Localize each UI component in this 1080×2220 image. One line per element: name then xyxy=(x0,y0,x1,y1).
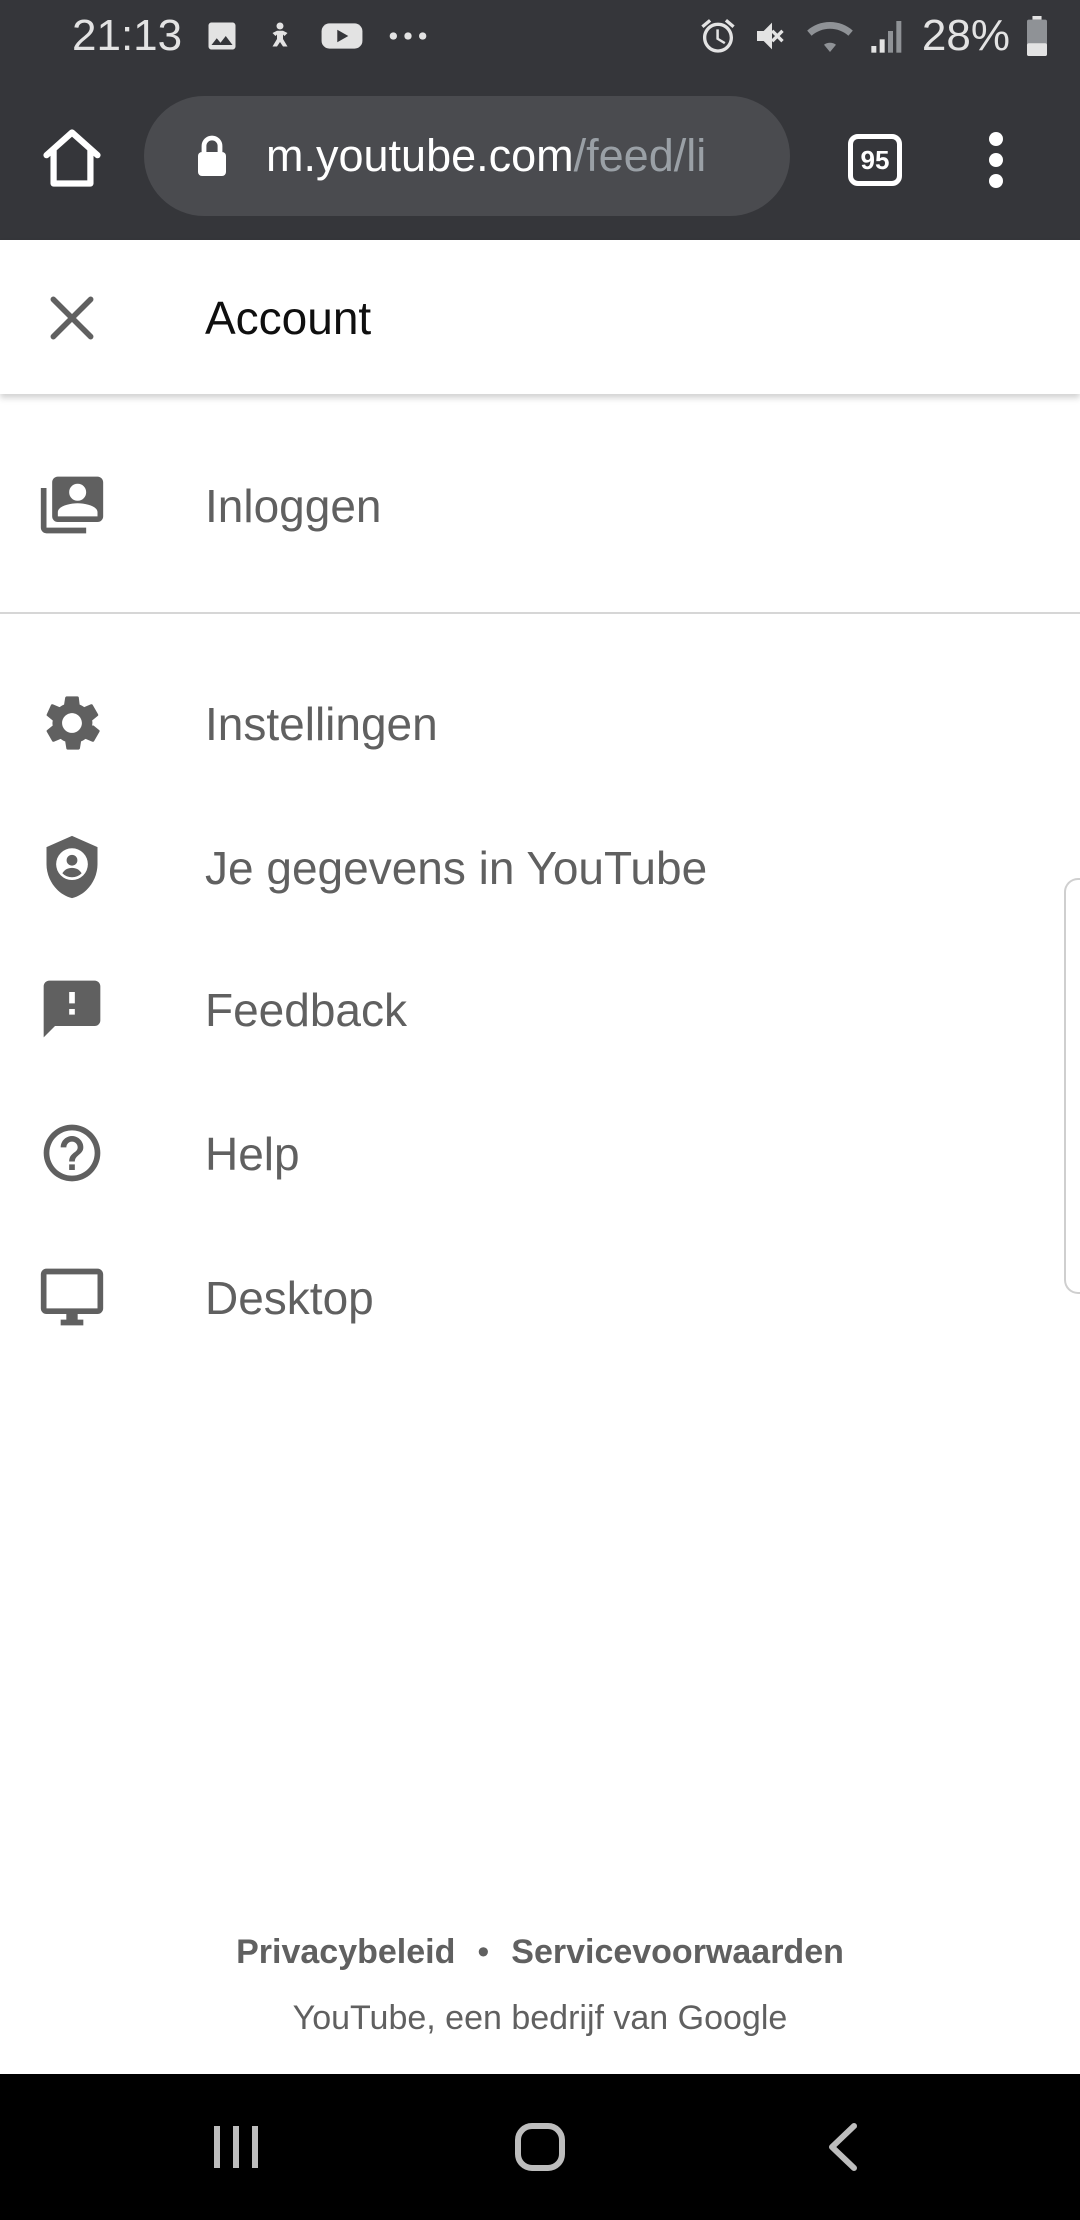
menu-item-label: Help xyxy=(205,1128,300,1180)
help-icon xyxy=(43,1124,101,1182)
account-box-icon xyxy=(40,476,104,534)
footer-links: Privacybeleid • Servicevoorwaarden xyxy=(0,1928,1080,1976)
wifi-icon xyxy=(807,22,853,52)
page-title: Account xyxy=(205,292,372,344)
divider xyxy=(0,612,1080,614)
lock-icon xyxy=(198,135,226,176)
menu-item-help[interactable]: Help xyxy=(0,1088,1080,1218)
status-time: 21:13 xyxy=(72,11,183,60)
account-header: Account xyxy=(0,240,1080,394)
footer-separator: • xyxy=(477,1933,490,1971)
url-host: m.youtube.com xyxy=(266,130,574,181)
mute-icon xyxy=(756,22,784,50)
overflow-menu-icon[interactable] xyxy=(976,130,1016,190)
battery-percent: 28% xyxy=(921,11,1010,60)
menu-item-je-gegevens[interactable]: Je gegevens in YouTube xyxy=(0,802,1080,932)
battery-icon xyxy=(1027,16,1047,56)
menu-item-inloggen[interactable]: Inloggen xyxy=(0,440,1080,570)
home-nav-icon[interactable] xyxy=(514,2122,566,2172)
feedback-icon xyxy=(43,980,101,1038)
system-status: 28% xyxy=(698,10,1050,62)
gear-icon xyxy=(46,696,100,750)
menu-item-label: Inloggen xyxy=(205,480,382,532)
shield-person-icon xyxy=(46,835,98,899)
recents-icon[interactable] xyxy=(210,2122,262,2172)
url-path: /feed/li xyxy=(573,130,707,181)
menu-item-instellingen[interactable]: Instellingen xyxy=(0,658,1080,788)
privacy-link[interactable]: Privacybeleid xyxy=(236,1933,455,1971)
address-bar[interactable]: m.youtube.com/feed/li xyxy=(144,96,790,216)
menu-item-desktop[interactable]: Desktop xyxy=(0,1232,1080,1362)
status-bar: 21:13 28% xyxy=(0,0,1080,72)
footer-company: YouTube, een bedrijf van Google xyxy=(292,1999,788,2037)
youtube-icon xyxy=(321,23,363,49)
terms-link[interactable]: Servicevoorwaarden xyxy=(511,1933,844,1971)
system-nav-bar xyxy=(0,2074,1080,2220)
close-icon[interactable] xyxy=(44,290,100,346)
menu-item-label: Instellingen xyxy=(205,698,438,750)
notification-icons xyxy=(204,16,430,56)
menu-item-label: Je gegevens in YouTube xyxy=(205,842,708,894)
image-icon xyxy=(208,22,236,50)
desktop-icon xyxy=(40,1268,104,1326)
alarm-icon xyxy=(701,19,735,53)
scrollbar-handle[interactable] xyxy=(1064,878,1080,1294)
more-notifications-icon xyxy=(389,32,427,40)
home-icon[interactable] xyxy=(36,124,108,192)
signal-icon xyxy=(871,21,902,53)
url-text: m.youtube.com/feed/li xyxy=(266,130,706,182)
menu-item-label: Feedback xyxy=(205,984,408,1036)
browser-toolbar: m.youtube.com/feed/li 95 xyxy=(0,72,1080,240)
menu-item-label: Desktop xyxy=(205,1272,374,1324)
download-icon xyxy=(272,22,288,47)
back-icon[interactable] xyxy=(822,2120,862,2174)
menu-item-feedback[interactable]: Feedback xyxy=(0,944,1080,1074)
tab-switcher-button[interactable]: 95 xyxy=(848,134,902,186)
